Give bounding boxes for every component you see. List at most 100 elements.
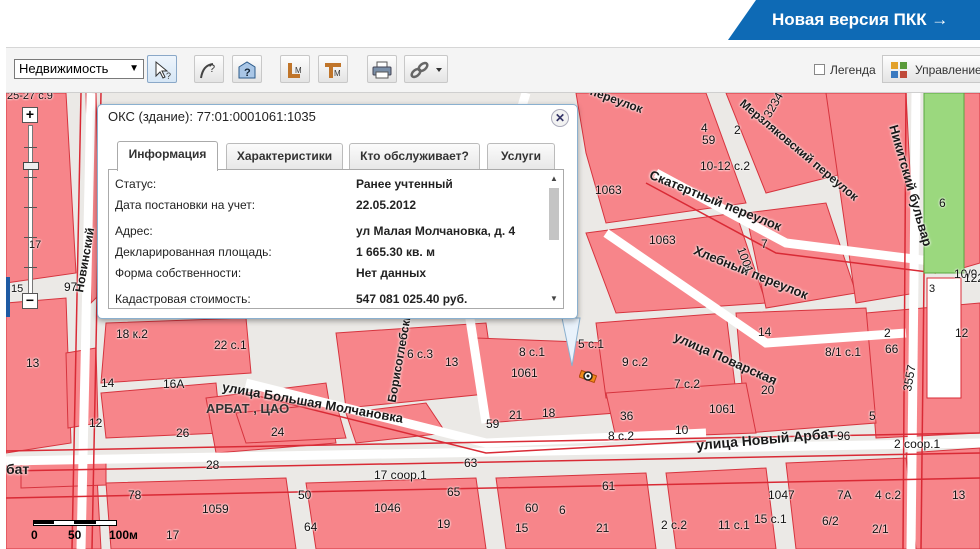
select-tool-button[interactable]: ?	[147, 55, 177, 83]
parcel-label: 2	[884, 326, 891, 340]
scale-segment	[34, 520, 54, 524]
svg-text:?: ?	[166, 71, 171, 81]
parcel-label: 4 с.2	[875, 488, 902, 502]
info-scrollbar[interactable]: ▲ ▼	[547, 174, 561, 306]
parcel-label: 3	[929, 283, 936, 295]
parcel-label: 2/1	[872, 522, 889, 536]
parcel-label: 10-12 с.2	[700, 159, 751, 173]
info-key: Статус:	[115, 177, 157, 191]
scale-label-50: 50	[68, 528, 82, 542]
zoom-control[interactable]: + −	[20, 107, 42, 309]
chain-link-icon	[410, 61, 442, 79]
parcel-label: 19	[437, 517, 451, 531]
parcel-label: 61	[602, 479, 616, 493]
svg-text:M: M	[295, 66, 302, 75]
tab-characteristics[interactable]: Характеристики	[226, 143, 343, 170]
parcel-label: 13	[952, 488, 966, 502]
parcel-label: 12	[89, 416, 103, 430]
legend-toggle[interactable]: Легенда	[814, 63, 876, 77]
printer-icon	[372, 61, 392, 79]
parcel-label: 16А	[163, 377, 185, 391]
manage-label: Управление	[915, 63, 980, 77]
info-key: Декларированная площадь:	[115, 245, 272, 259]
link-button[interactable]	[404, 55, 448, 83]
info-value: Ранее учтенный	[356, 177, 453, 191]
zoom-tick	[24, 177, 37, 178]
parcel-label: 21	[596, 521, 610, 535]
info-value: Нет данных	[356, 266, 427, 280]
zoom-slider-thumb[interactable]	[23, 162, 39, 170]
tab-services[interactable]: Услуги	[487, 143, 555, 170]
close-icon[interactable]: ✕	[551, 109, 569, 127]
ruler-area-icon: M	[325, 63, 341, 78]
parcel-label: 18 к.2	[116, 327, 148, 341]
parcel-label: 6	[939, 196, 946, 210]
zoom-tick	[24, 147, 37, 148]
scroll-up-icon[interactable]: ▲	[547, 174, 561, 186]
parcel-label: 59	[486, 417, 500, 431]
scale-label-100: 100м	[109, 528, 138, 542]
tab-who-serves[interactable]: Кто обслуживает?	[349, 143, 480, 170]
info-key: Форма собственности:	[115, 266, 242, 280]
print-button[interactable]	[367, 55, 397, 83]
info-value: 22.05.2012	[356, 198, 417, 212]
svg-text:M: M	[334, 69, 341, 78]
parcel-label: 78	[128, 488, 142, 502]
parcel-label: 10	[675, 423, 689, 437]
zoom-in-button[interactable]: +	[22, 107, 38, 123]
parcel-label: 24	[271, 425, 285, 439]
parcel-label: 1061	[709, 402, 736, 416]
parcel-label: 8 с.2	[608, 429, 635, 443]
pointer-question-icon: ?	[155, 60, 171, 81]
parcel-label: 63	[464, 456, 478, 470]
parcel-label: 14	[101, 376, 115, 390]
identify-area-button[interactable]: ?	[232, 55, 262, 83]
scale-segment	[74, 520, 96, 524]
popup-title: ОКС (здание): 77:01:0001061:1035	[108, 109, 316, 124]
new-version-link[interactable]: Новая версия ПКК →	[772, 10, 948, 30]
parcel-label: 9 с.2	[622, 355, 649, 369]
info-key: Адрес:	[115, 224, 153, 238]
scroll-down-icon[interactable]: ▼	[547, 294, 561, 306]
layer-select[interactable]: Недвижимость ▼	[14, 59, 144, 79]
parcel-label: 18	[542, 406, 556, 420]
tab-information[interactable]: Информация	[117, 141, 218, 171]
measure-distance-button[interactable]: M	[280, 55, 310, 83]
parcel-label: 2	[734, 123, 741, 137]
measure-area-button[interactable]: M	[318, 55, 348, 83]
parcel-label: 65	[447, 485, 461, 499]
scrollbar-thumb[interactable]	[549, 188, 559, 240]
info-panel: Статус: Ранее учтенный Дата постановки на…	[108, 169, 564, 309]
parcel-label: 14	[758, 325, 772, 339]
parcel-label: 122	[964, 271, 980, 285]
info-value: ул Малая Молчановка, д. 4	[356, 224, 516, 238]
zoom-slider-track[interactable]	[28, 125, 33, 295]
parcel-label: 1047	[768, 488, 795, 502]
parcel-label: 1063	[649, 233, 676, 247]
parcel-label: 13	[445, 355, 459, 369]
parcel-label: 15 с.1	[754, 512, 787, 526]
parcel-label: 15	[515, 521, 529, 535]
parcel-label: 17	[166, 528, 180, 542]
identify-line-button[interactable]: ?	[194, 55, 224, 83]
zoom-tick	[24, 207, 37, 208]
new-version-banner[interactable]: Новая версия ПКК →	[728, 0, 980, 40]
parcel-label: 97	[64, 280, 78, 294]
zoom-top-label: 25-27 с.9	[7, 93, 53, 102]
parcel-label: 6	[559, 503, 566, 517]
map-toolbar: Недвижимость ▼ ? ? ? M M Легенда Управлен…	[6, 47, 980, 93]
parcel-label: 17 соор.1	[374, 468, 427, 482]
zoom-mid-label: 17	[29, 239, 42, 251]
parcel-label: 8 с.1	[519, 345, 546, 359]
parcel-label: 1059	[202, 502, 229, 516]
curve-question-icon: ?	[200, 63, 215, 79]
zoom-out-button[interactable]: −	[22, 293, 38, 309]
svg-text:?: ?	[209, 63, 215, 75]
street-label-arbat-left: бат	[6, 461, 30, 477]
parcel-label: 28	[206, 458, 220, 472]
info-value: 547 081 025.40 руб.	[356, 292, 468, 306]
selected-object-marker-icon[interactable]	[579, 367, 597, 385]
legend-checkbox[interactable]	[814, 64, 825, 75]
manage-button[interactable]: Управление	[882, 55, 980, 83]
parcel-label: 20	[761, 383, 775, 397]
